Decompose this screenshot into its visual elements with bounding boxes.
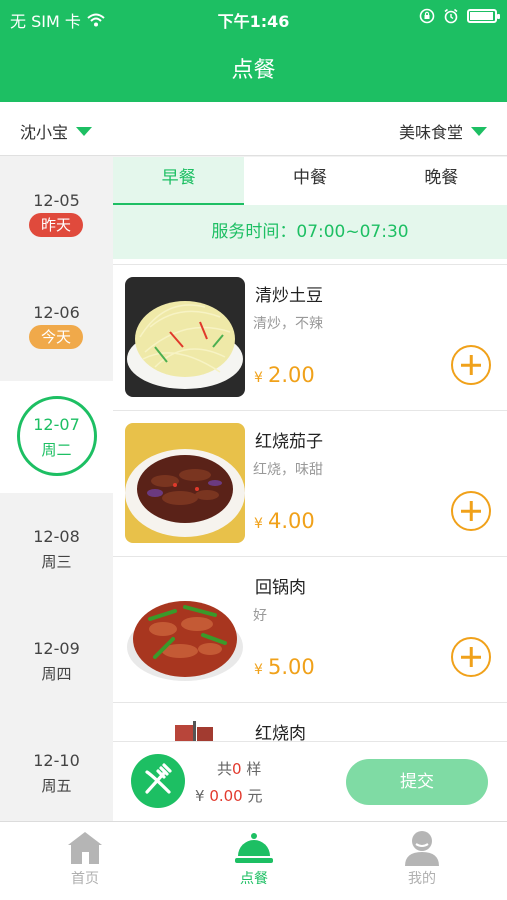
date-text: 12-08 [33, 527, 80, 546]
nav-item-profile[interactable]: 我的 [372, 828, 472, 888]
selected-date-ring [17, 396, 97, 476]
home-icon [68, 832, 102, 864]
dish-price: ¥ 5.00 [254, 655, 315, 679]
date-item-12-08[interactable]: 12-08 周三 [0, 493, 113, 605]
price-amount: 5.00 [268, 655, 315, 679]
weekday-text: 周二 [41, 441, 72, 459]
app-header: 无 SIM 卡 下午1:46 点餐 [0, 0, 507, 102]
total-value: 0.00 [209, 787, 243, 805]
nav-label: 首页 [71, 871, 99, 887]
yesterday-badge: 昨天 [29, 213, 83, 237]
status-bar: 无 SIM 卡 下午1:46 [0, 0, 507, 34]
canteen-name: 美味食堂 [398, 123, 463, 142]
total-unit: 元 [247, 787, 263, 805]
date-item-12-10[interactable]: 12-10 周五 [0, 717, 113, 829]
add-dish-button[interactable] [451, 491, 491, 531]
user-selector[interactable]: 沈小宝 [20, 119, 93, 143]
date-text: 12-06 [33, 303, 80, 322]
dish-price: ¥ 2.00 [254, 363, 315, 387]
submit-button[interactable]: 提交 [346, 759, 488, 805]
page-title: 点餐 [231, 58, 276, 83]
item-count: 共0 样 [195, 758, 263, 779]
count-prefix: 共 [217, 760, 233, 778]
add-dish-button[interactable] [451, 345, 491, 385]
battery-icon [467, 9, 500, 23]
dish-name: 回锅肉 [255, 578, 306, 598]
nav-label: 我的 [408, 871, 436, 887]
system-icons [419, 8, 500, 24]
dish-name: 红烧茄子 [255, 432, 323, 452]
user-name: 沈小宝 [20, 123, 69, 142]
price-amount: 4.00 [268, 509, 315, 533]
selector-bar: 沈小宝 美味食堂 [0, 102, 507, 156]
bottom-nav: 首页 点餐 我的 [0, 821, 507, 900]
order-bar: 共0 样 ¥ 0.00 元 提交 [113, 741, 507, 821]
date-item-12-05[interactable]: 12-05 昨天 [0, 157, 113, 269]
dish-name: 清炒土豆 [255, 286, 323, 306]
add-dish-button[interactable] [451, 637, 491, 677]
weekday-text: 周四 [41, 665, 72, 683]
nav-item-order[interactable]: 点餐 [204, 828, 304, 888]
count-unit: 样 [246, 760, 262, 778]
price-amount: 2.00 [268, 363, 315, 387]
order-totals: 共0 样 ¥ 0.00 元 [195, 758, 263, 806]
order-cart-button[interactable] [131, 754, 185, 808]
weekday-text: 周三 [41, 553, 72, 571]
chevron-down-icon [76, 126, 93, 136]
dish-item: 回锅肉 好 ¥ 5.00 [113, 556, 507, 702]
currency-symbol: ¥ [254, 370, 263, 386]
person-icon [405, 831, 439, 866]
canteen-selector[interactable]: 美味食堂 [399, 119, 487, 143]
order-total: ¥ 0.00 元 [195, 785, 263, 806]
braised-eggplant-image [125, 423, 245, 543]
tab-breakfast[interactable]: 早餐 [113, 157, 245, 206]
date-text: 12-07 [33, 415, 80, 434]
rotation-lock-icon [419, 8, 435, 24]
today-badge: 今天 [29, 325, 83, 349]
menu-pane: 早餐 中餐 晚餐 服务时间：07:00~07:30 清炒土豆 清炒，不辣 ¥ 2… [113, 157, 507, 820]
date-item-12-07[interactable]: 12-07 周二 [0, 381, 113, 493]
tab-lunch[interactable]: 中餐 [244, 157, 375, 203]
weekday-text: 周五 [41, 777, 72, 795]
tab-dinner[interactable]: 晚餐 [376, 157, 507, 203]
nav-item-home[interactable]: 首页 [35, 828, 135, 888]
dish-description: 好 [253, 608, 267, 624]
fork-knife-icon [145, 763, 172, 794]
dish-item: 红烧茄子 红烧，味甜 ¥ 4.00 [113, 410, 507, 556]
date-item-12-06[interactable]: 12-06 今天 [0, 269, 113, 381]
nav-label: 点餐 [240, 871, 268, 887]
cloche-icon [235, 833, 273, 863]
count-value: 0 [232, 760, 242, 778]
dish-description: 清炒，不辣 [253, 316, 323, 332]
date-text: 12-09 [33, 639, 80, 658]
service-time: 服务时间：07:00~07:30 [113, 205, 507, 259]
currency-symbol: ¥ [254, 662, 263, 678]
date-list: 12-05 昨天 12-06 今天 12-07 周二 12-08 周三 12-0… [0, 157, 113, 820]
meal-tabs: 早餐 中餐 晚餐 [113, 157, 507, 206]
date-item-12-09[interactable]: 12-09 周四 [0, 605, 113, 717]
date-text: 12-05 [33, 191, 80, 210]
chevron-down-icon [471, 126, 487, 136]
twice-cooked-pork-image [125, 569, 245, 689]
currency-symbol: ¥ [195, 787, 205, 805]
date-text: 12-10 [33, 751, 80, 770]
dish-item: 清炒土豆 清炒，不辣 ¥ 2.00 [113, 264, 507, 410]
currency-symbol: ¥ [254, 516, 263, 532]
alarm-icon [444, 8, 458, 24]
dish-description: 红烧，味甜 [253, 462, 323, 478]
dish-price: ¥ 4.00 [254, 509, 315, 533]
shredded-potato-image [125, 277, 245, 397]
